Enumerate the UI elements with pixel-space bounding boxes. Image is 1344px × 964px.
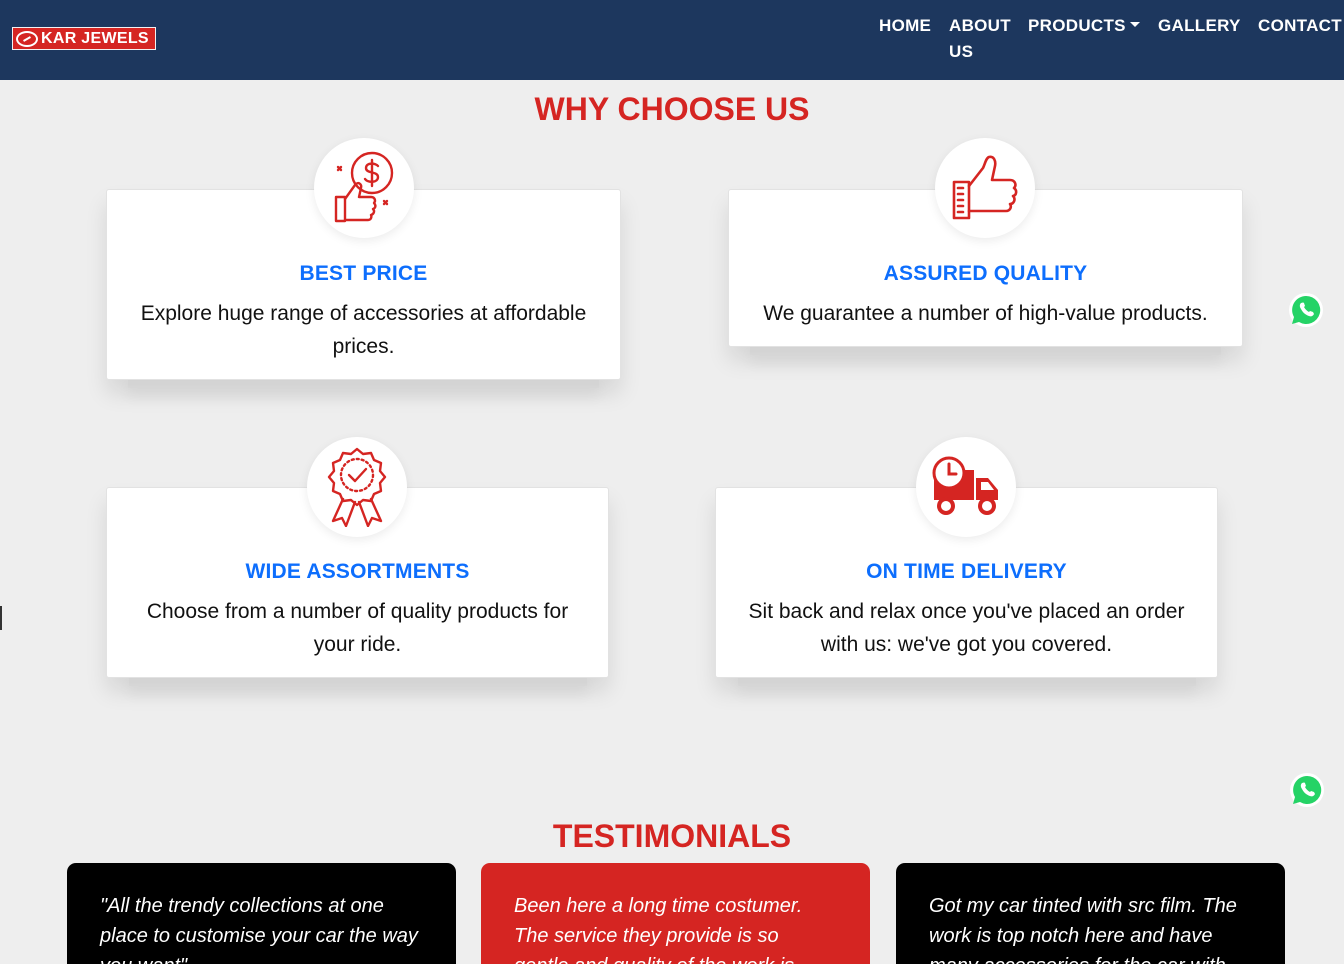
brand-logo[interactable]: KAR JEWELS xyxy=(12,27,156,50)
testimonial-card: "All the trendy collections at one place… xyxy=(67,863,456,964)
nav-about-line1: ABOUT xyxy=(949,16,1011,35)
nav-about-line2: US xyxy=(949,42,974,61)
feature-card-title: BEST PRICE xyxy=(299,262,428,285)
whatsapp-icon xyxy=(1293,775,1322,804)
testimonial-text: "All the trendy collections at one place… xyxy=(100,895,418,964)
logo-mark-icon xyxy=(16,30,38,47)
navbar: KAR JEWELS HOME ABOUT US PRODUCTS GALLER… xyxy=(0,0,1344,80)
feature-card-text: Choose from a number of quality products… xyxy=(146,600,569,656)
badge-check-icon xyxy=(307,437,407,537)
thumbs-up-icon xyxy=(935,138,1035,238)
why-choose-us-title: WHY CHOOSE US xyxy=(534,91,810,127)
testimonial-text: Got my car tinted with src film. The wor… xyxy=(929,895,1237,964)
brand-name: KAR JEWELS xyxy=(41,29,149,47)
nav-contact[interactable]: CONTACT xyxy=(1258,13,1342,39)
testimonial-card: Been here a long time costumer. The serv… xyxy=(481,863,870,964)
nav-gallery[interactable]: GALLERY xyxy=(1158,13,1241,39)
whatsapp-button[interactable] xyxy=(1290,773,1324,807)
nav-about-us[interactable]: ABOUT US xyxy=(949,13,1019,65)
testimonials-title: TESTIMONIALS xyxy=(552,818,792,854)
feature-card-text: We guarantee a number of high-value prod… xyxy=(763,302,1208,325)
delivery-truck-icon xyxy=(916,437,1016,537)
carousel-prev-edge[interactable] xyxy=(0,606,2,630)
whatsapp-button[interactable] xyxy=(1289,293,1323,327)
feature-card-text: Explore huge range of accessories at aff… xyxy=(140,302,587,358)
whatsapp-icon xyxy=(1292,295,1321,324)
feature-card-title: ON TIME DELIVERY xyxy=(866,560,1067,583)
nav-products-label: PRODUCTS xyxy=(1028,16,1126,35)
nav-home[interactable]: HOME xyxy=(879,13,931,39)
dollar-thumbs-up-icon xyxy=(314,138,414,238)
caret-down-icon xyxy=(1129,22,1140,28)
feature-card-text: Sit back and relax once you've placed an… xyxy=(748,600,1185,656)
feature-card-title: WIDE ASSORTMENTS xyxy=(245,560,470,583)
testimonial-card: Got my car tinted with src film. The wor… xyxy=(896,863,1285,964)
nav-products-dropdown[interactable]: PRODUCTS xyxy=(1028,13,1140,39)
testimonial-text: Been here a long time costumer. The serv… xyxy=(514,895,803,964)
feature-card-title: ASSURED QUALITY xyxy=(883,262,1088,285)
